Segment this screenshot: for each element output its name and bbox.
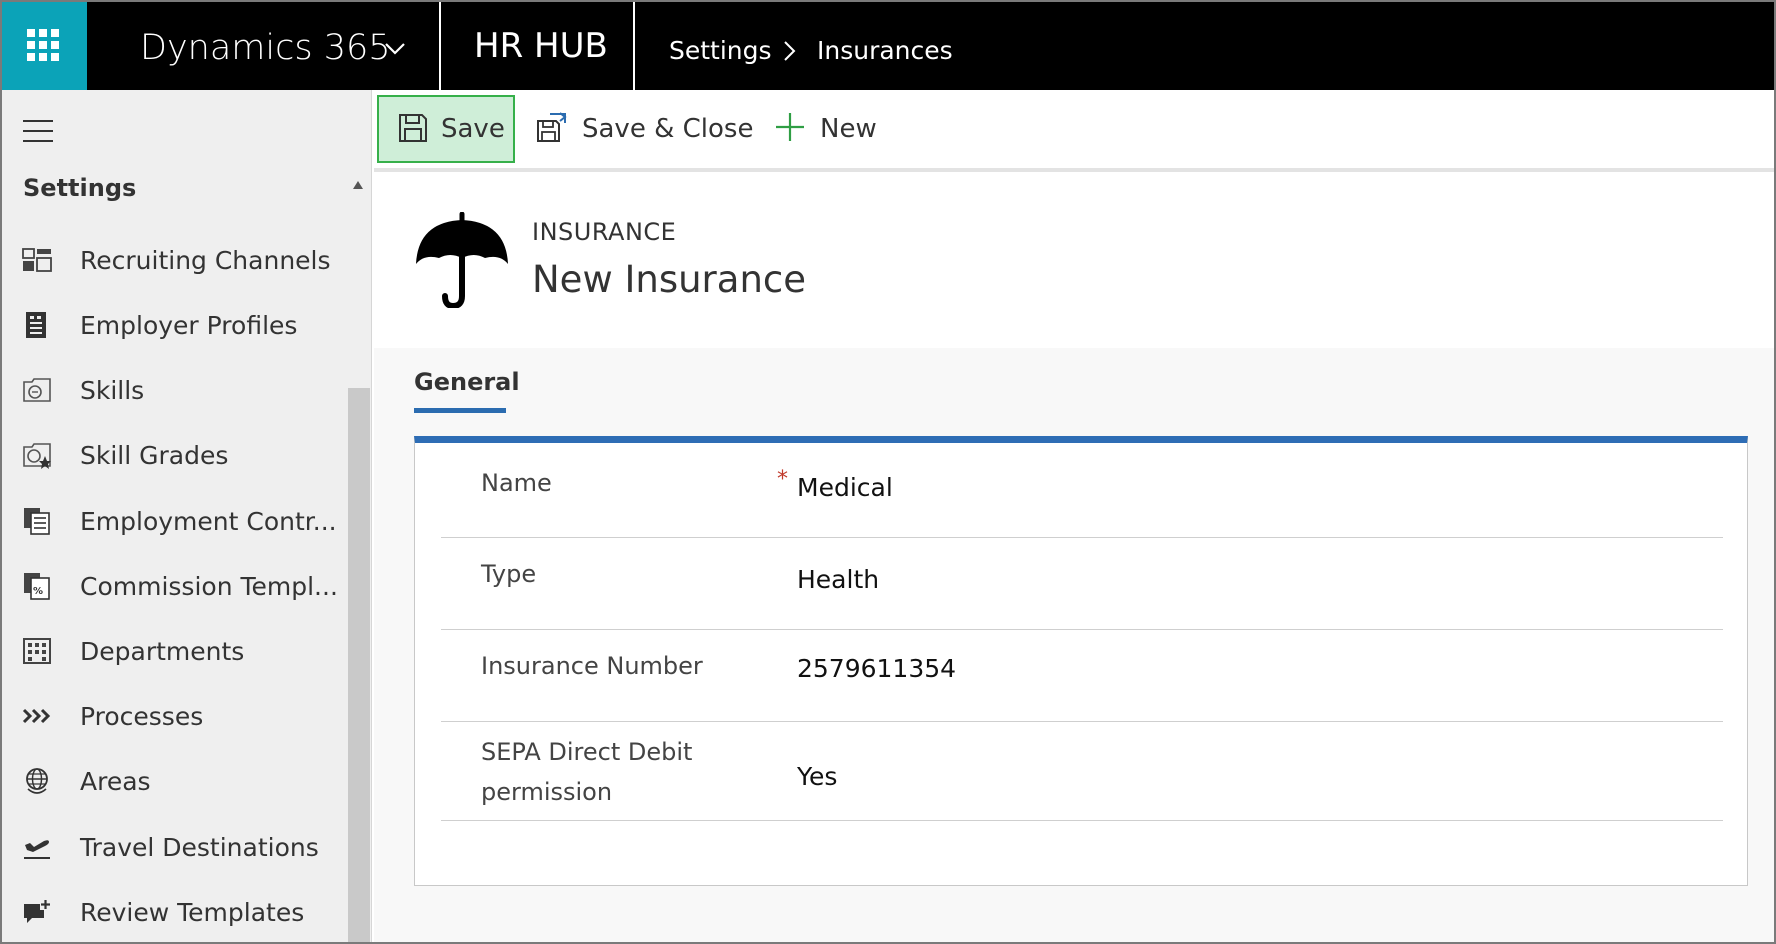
sidebar-item-label: Travel Destinations bbox=[80, 833, 319, 862]
sidebar-item-employment-contracts[interactable]: Employment Contr... bbox=[2, 493, 344, 549]
field-row-sepa-direct-debit: SEPA Direct Debit permission Yes bbox=[441, 722, 1723, 821]
sidebar-item-label: Departments bbox=[80, 637, 245, 666]
sidebar: Settings Recruiting Channels Employer Pr… bbox=[2, 90, 372, 942]
hamburger-menu-icon[interactable] bbox=[23, 120, 53, 142]
sidebar-item-skill-grades[interactable]: Skill Grades bbox=[2, 427, 344, 483]
topbar-divider bbox=[439, 2, 441, 90]
sidebar-item-areas[interactable]: Areas bbox=[2, 753, 344, 809]
recruiting-channels-icon bbox=[22, 248, 52, 272]
employer-profiles-icon bbox=[26, 312, 46, 338]
sidebar-item-employer-profiles[interactable]: Employer Profiles bbox=[2, 297, 344, 353]
entity-type-label: INSURANCE bbox=[532, 218, 677, 246]
top-navigation-bar: Dynamics 365 HR HUB Settings Insurances bbox=[2, 2, 1774, 90]
form-body: General Name * Medical Type Health Insur… bbox=[374, 348, 1774, 942]
sidebar-item-processes[interactable]: Processes bbox=[2, 688, 344, 744]
save-label: Save bbox=[441, 114, 505, 144]
sidebar-item-travel-destinations[interactable]: Travel Destinations bbox=[2, 819, 344, 875]
new-button[interactable]: New bbox=[764, 95, 884, 163]
sidebar-item-label: Recruiting Channels bbox=[80, 246, 331, 275]
globe-icon bbox=[26, 768, 48, 794]
sidebar-item-label: Employer Profiles bbox=[80, 311, 298, 340]
app-frame: Dynamics 365 HR HUB Settings Insurances … bbox=[0, 0, 1776, 944]
umbrella-icon bbox=[416, 212, 508, 308]
breadcrumb-insurances: Insurances bbox=[817, 36, 953, 65]
save-and-close-label: Save & Close bbox=[582, 114, 754, 144]
field-label: Insurance Number bbox=[481, 652, 703, 680]
save-button[interactable]: Save bbox=[377, 95, 515, 163]
plane-icon bbox=[24, 840, 50, 859]
sidebar-item-label: Processes bbox=[80, 702, 204, 731]
plus-icon bbox=[776, 113, 804, 141]
type-field[interactable]: Health bbox=[797, 565, 879, 594]
save-and-close-icon bbox=[537, 112, 567, 142]
sidebar-item-label: Areas bbox=[80, 767, 151, 796]
field-row-insurance-number: Insurance Number 2579611354 bbox=[441, 630, 1723, 722]
skill-grades-icon bbox=[23, 443, 51, 469]
record-header: INSURANCE New Insurance bbox=[374, 172, 1774, 348]
general-section: Name * Medical Type Health Insurance Num… bbox=[414, 436, 1748, 886]
field-row-name: Name * Medical bbox=[441, 443, 1723, 538]
sidebar-item-review-templates[interactable]: Review Templates bbox=[2, 884, 344, 940]
record-title: New Insurance bbox=[532, 258, 806, 301]
chevron-right-icon bbox=[784, 41, 796, 61]
field-label: SEPA Direct Debit permission bbox=[481, 738, 693, 806]
chevron-down-icon[interactable] bbox=[384, 40, 406, 56]
sepa-direct-debit-field[interactable]: Yes bbox=[797, 762, 837, 791]
required-marker: * bbox=[777, 467, 788, 492]
topbar-divider bbox=[633, 2, 635, 90]
insurance-number-field[interactable]: 2579611354 bbox=[797, 654, 956, 683]
command-bar: Save Save & Close New bbox=[374, 90, 1774, 172]
waffle-icon bbox=[27, 29, 59, 61]
sidebar-item-skills[interactable]: Skills bbox=[2, 362, 344, 418]
processes-icon bbox=[22, 708, 51, 724]
commission-templates-icon: % bbox=[24, 573, 50, 600]
sidebar-item-label: Skill Grades bbox=[80, 441, 229, 470]
employment-contracts-icon bbox=[24, 508, 50, 535]
sidebar-item-recruiting-channels[interactable]: Recruiting Channels bbox=[2, 232, 344, 288]
sidebar-item-label: Skills bbox=[80, 376, 145, 405]
departments-icon bbox=[23, 638, 51, 664]
hub-name[interactable]: HR HUB bbox=[474, 2, 608, 90]
floppy-disk-icon bbox=[399, 114, 427, 142]
field-label: Type bbox=[481, 560, 537, 588]
collapse-up-icon[interactable] bbox=[352, 180, 364, 190]
save-and-close-button[interactable]: Save & Close bbox=[524, 95, 753, 163]
sidebar-item-label: Review Templates bbox=[80, 898, 305, 927]
sidebar-group-title: Settings bbox=[23, 174, 137, 202]
tab-general[interactable]: General bbox=[414, 368, 520, 396]
name-field[interactable]: Medical bbox=[797, 473, 893, 502]
field-label: Name bbox=[481, 469, 552, 497]
sidebar-scrollbar[interactable] bbox=[348, 388, 370, 942]
breadcrumb-settings[interactable]: Settings bbox=[669, 2, 772, 90]
sidebar-item-label: Employment Contr... bbox=[80, 507, 337, 536]
tab-active-indicator bbox=[414, 408, 506, 413]
svg-text:%: % bbox=[33, 586, 43, 597]
field-row-type: Type Health bbox=[441, 538, 1723, 630]
app-launcher-button[interactable] bbox=[2, 2, 87, 90]
skills-icon bbox=[23, 378, 51, 402]
sidebar-item-departments[interactable]: Departments bbox=[2, 623, 344, 679]
app-name[interactable]: Dynamics 365 bbox=[140, 2, 391, 90]
sidebar-item-label: Commission Templ... bbox=[80, 572, 338, 601]
review-templates-icon bbox=[24, 899, 51, 923]
new-label: New bbox=[820, 114, 877, 144]
sidebar-item-commission-templates[interactable]: % Commission Templ... bbox=[2, 558, 344, 614]
